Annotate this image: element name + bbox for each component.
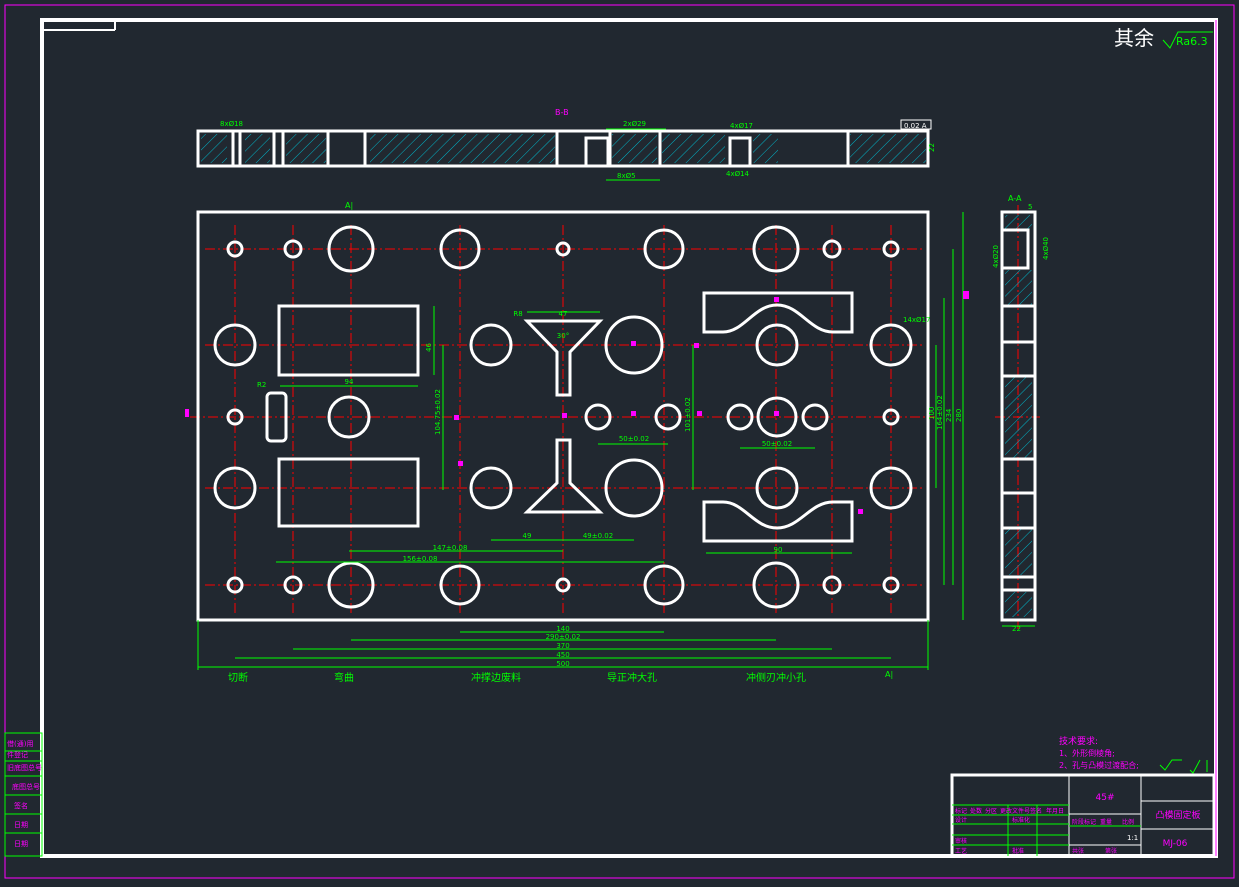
dimension-texts-horizontal: 140 290±0.02 370 450 500 147±0.08 156±0.… bbox=[345, 310, 793, 668]
top-hatch-segments bbox=[201, 134, 926, 163]
section-label-aa: A-A bbox=[1008, 194, 1022, 203]
station-label-cut: 切断 bbox=[228, 671, 248, 684]
side-hatch-segments bbox=[1005, 215, 1032, 617]
svg-text:借(通)用: 借(通)用 bbox=[7, 739, 33, 748]
svg-text:290±0.02: 290±0.02 bbox=[546, 633, 581, 641]
svg-text:件登记: 件登记 bbox=[7, 750, 28, 759]
svg-text:阶段标记: 阶段标记 bbox=[1072, 818, 1096, 826]
svg-text:日期: 日期 bbox=[14, 840, 28, 848]
title-block: 标记 处数 分区 更改文件号 签名 年月日 设计 标准化 审核 工艺 批准 阶段… bbox=[950, 773, 1216, 858]
svg-text:比例: 比例 bbox=[1122, 818, 1134, 826]
roughness-prefix: 其余 bbox=[1114, 26, 1154, 50]
svg-text:90: 90 bbox=[774, 546, 783, 554]
svg-text:底图总号: 底图总号 bbox=[12, 782, 40, 791]
svg-text:147±0.08: 147±0.08 bbox=[433, 544, 468, 552]
svg-text:50±0.02: 50±0.02 bbox=[619, 435, 649, 443]
svg-text:47: 47 bbox=[559, 310, 568, 318]
section-label-a-top: A| bbox=[345, 201, 353, 210]
svg-text:年月日: 年月日 bbox=[1046, 807, 1064, 815]
svg-text:旧底图总号: 旧底图总号 bbox=[7, 763, 42, 772]
svg-text:4xØ20: 4xØ20 bbox=[992, 245, 1000, 268]
bend-slot-lower bbox=[277, 457, 420, 528]
svg-text:50±0.02: 50±0.02 bbox=[762, 440, 792, 448]
svg-text:49: 49 bbox=[523, 532, 532, 540]
svg-text:104.75±0.02: 104.75±0.02 bbox=[434, 389, 442, 435]
dimension-lines bbox=[197, 212, 964, 670]
svg-text:280: 280 bbox=[955, 409, 963, 422]
part-name-text: 凸模固定板 bbox=[1155, 809, 1200, 821]
svg-text:140: 140 bbox=[556, 625, 569, 633]
scale-text: 1:1 bbox=[1127, 834, 1138, 842]
svg-text:450: 450 bbox=[556, 651, 569, 659]
svg-text:22: 22 bbox=[928, 143, 936, 152]
left-stamp-table: 借(通)用 件登记 旧底图总号 底图总号 签名 日期 日期 bbox=[4, 732, 43, 857]
roughness-value: Ra6.3 bbox=[1176, 35, 1208, 48]
bend-slot-upper bbox=[277, 304, 420, 377]
svg-text:101±0.02: 101±0.02 bbox=[684, 397, 692, 432]
svg-text:签名: 签名 bbox=[14, 801, 28, 810]
station-label-bend: 弯曲 bbox=[334, 671, 354, 684]
tech-req-title: 技术要求: bbox=[1059, 735, 1098, 747]
svg-text:R8: R8 bbox=[513, 310, 522, 318]
svg-text:14xØ17: 14xØ17 bbox=[903, 316, 930, 324]
tolerance-value: 0.02 A bbox=[904, 122, 927, 130]
material-text: 45# bbox=[1096, 793, 1115, 803]
svg-text:4xØ17: 4xØ17 bbox=[730, 122, 753, 130]
station-label-pilot: 导正冲大孔 bbox=[607, 671, 657, 684]
svg-text:分区: 分区 bbox=[985, 807, 997, 815]
centerlines bbox=[190, 205, 1040, 630]
svg-text:8xØ18: 8xØ18 bbox=[220, 120, 243, 128]
svg-text:共张: 共张 bbox=[1072, 847, 1084, 855]
svg-text:49±0.02: 49±0.02 bbox=[583, 532, 613, 540]
svg-text:46: 46 bbox=[425, 343, 433, 352]
svg-text:标记: 标记 bbox=[955, 807, 967, 815]
svg-text:第张: 第张 bbox=[1105, 847, 1117, 855]
tech-req-roughness-icon bbox=[1159, 759, 1208, 774]
svg-text:500: 500 bbox=[556, 660, 569, 668]
svg-text:4xØ14: 4xØ14 bbox=[726, 170, 750, 178]
svg-text:156±0.08: 156±0.08 bbox=[403, 555, 438, 563]
svg-text:234: 234 bbox=[945, 408, 953, 422]
svg-text:370: 370 bbox=[556, 642, 569, 650]
svg-text:2xØ29: 2xØ29 bbox=[623, 120, 646, 128]
svg-text:4xØ40: 4xØ40 bbox=[1042, 237, 1050, 260]
tech-req-item-1: 1、外形倒棱角; bbox=[1059, 748, 1115, 758]
svg-text:工艺: 工艺 bbox=[955, 847, 967, 855]
svg-text:更改文件号: 更改文件号 bbox=[1000, 807, 1030, 815]
svg-text:处数: 处数 bbox=[970, 807, 982, 815]
svg-text:审核: 审核 bbox=[955, 837, 967, 845]
svg-text:签名: 签名 bbox=[1030, 807, 1042, 815]
svg-text:标准化: 标准化 bbox=[1012, 816, 1030, 824]
svg-text:164±0.02: 164±0.02 bbox=[936, 395, 944, 430]
svg-text:日期: 日期 bbox=[14, 821, 28, 829]
cad-drawing-canvas: 其余 Ra6.3 B-B 8xØ18 2xØ29 4xØ17 8xØ5 4xØ1… bbox=[0, 0, 1239, 883]
section-label-a-bottom: A| bbox=[885, 670, 893, 679]
svg-text:100: 100 bbox=[928, 407, 936, 420]
station-label-trim: 冲撑边废料 bbox=[471, 671, 521, 684]
svg-text:重量: 重量 bbox=[1100, 818, 1112, 826]
svg-text:8xØ5: 8xØ5 bbox=[617, 172, 636, 180]
svg-text:设计: 设计 bbox=[955, 816, 967, 824]
station-labels: 切断 弯曲 冲撑边废料 导正冲大孔 冲侧刃冲小孔 bbox=[228, 671, 806, 684]
svg-text:批准: 批准 bbox=[1012, 847, 1024, 855]
svg-text:R2: R2 bbox=[257, 381, 266, 389]
svg-text:30°: 30° bbox=[557, 332, 569, 340]
tech-req-item-2: 2、孔与凸模过渡配合; bbox=[1059, 760, 1139, 770]
section-label-bb: B-B bbox=[555, 108, 569, 117]
svg-text:94: 94 bbox=[345, 378, 354, 386]
station-label-side-cut: 冲侧刃冲小孔 bbox=[746, 671, 806, 684]
drawing-no-text: MJ-06 bbox=[1163, 839, 1188, 849]
svg-text:5: 5 bbox=[1028, 203, 1032, 211]
